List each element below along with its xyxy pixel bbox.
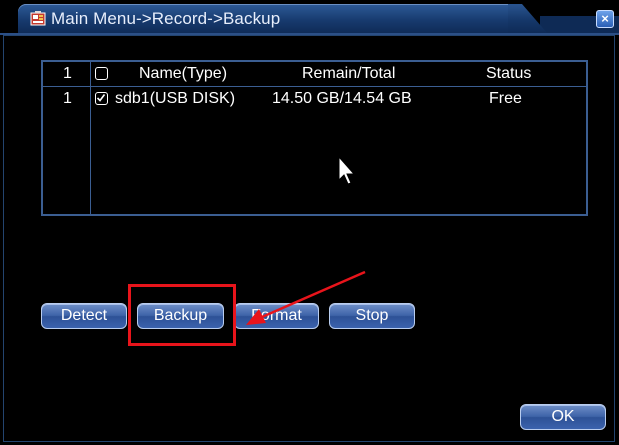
format-button[interactable]: Format bbox=[234, 303, 319, 329]
checkmark-icon bbox=[96, 94, 106, 102]
title-bar: Main Menu->Record->Backup × bbox=[0, 0, 619, 35]
stop-button[interactable]: Stop bbox=[329, 303, 415, 329]
table-column-divider bbox=[90, 62, 91, 214]
row-status: Free bbox=[489, 90, 522, 107]
row-name-type: sdb1(USB DISK) bbox=[115, 90, 236, 107]
header-name-type: Name(Type) bbox=[139, 65, 228, 82]
close-button[interactable]: × bbox=[596, 10, 614, 28]
backup-dialog: Main Menu->Record->Backup × 1 Name(Type)… bbox=[0, 0, 619, 445]
header-status: Status bbox=[486, 65, 532, 82]
record-menu-icon bbox=[30, 11, 46, 26]
header-index: 1 bbox=[63, 65, 72, 82]
header-remain-total: Remain/Total bbox=[302, 65, 396, 82]
select-all-checkbox[interactable] bbox=[95, 67, 108, 80]
row-remain-total: 14.50 GB/14.54 GB bbox=[272, 90, 412, 107]
highlight-box bbox=[128, 284, 236, 346]
disk-table: 1 Name(Type) Remain/Total Status 1 sdb1(… bbox=[41, 60, 588, 216]
row-index: 1 bbox=[63, 90, 72, 107]
window-title: Main Menu->Record->Backup bbox=[51, 9, 281, 28]
row-checkbox[interactable] bbox=[95, 92, 108, 105]
close-icon: × bbox=[601, 11, 609, 26]
table-header-divider bbox=[43, 86, 586, 87]
ok-button[interactable]: OK bbox=[520, 404, 606, 430]
detect-button[interactable]: Detect bbox=[41, 303, 127, 329]
